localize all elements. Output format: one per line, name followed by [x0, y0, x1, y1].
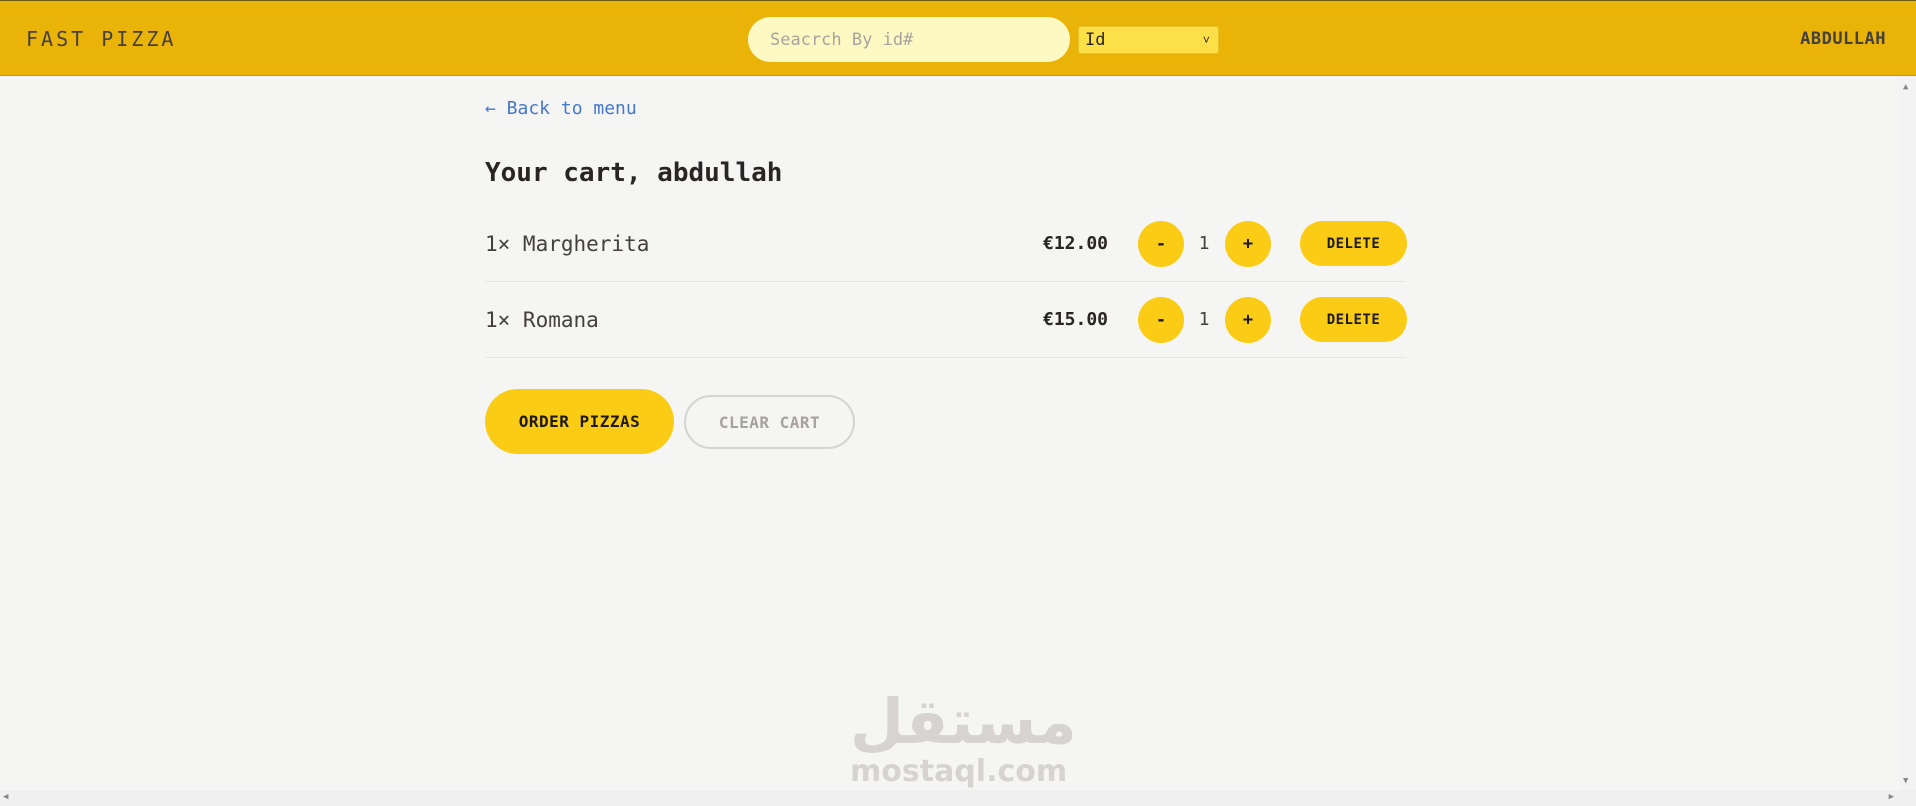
- page-title: Your cart, abdullah: [485, 158, 783, 188]
- increase-quantity-button[interactable]: +: [1225, 220, 1271, 267]
- decrease-quantity-button[interactable]: -: [1138, 296, 1184, 343]
- vertical-scrollbar[interactable]: ▲ ▼: [1899, 76, 1916, 790]
- watermark-logo: مستقل mostaql.com: [850, 685, 1077, 789]
- clear-cart-button[interactable]: CLEAR CART: [684, 395, 855, 449]
- scroll-right-icon[interactable]: ▶: [1889, 792, 1894, 802]
- cart-item-quantity: 1: [1198, 309, 1210, 330]
- cart-item-price: €12.00: [1043, 233, 1109, 254]
- scroll-down-icon[interactable]: ▼: [1903, 776, 1908, 786]
- cart-item-quantity: 1: [1198, 233, 1210, 254]
- watermark-latin: mostaql.com: [850, 754, 1068, 789]
- cart-item-price: €15.00: [1043, 309, 1109, 330]
- back-to-menu-link[interactable]: ← Back to menu: [485, 98, 637, 119]
- decrease-quantity-button[interactable]: -: [1138, 220, 1184, 267]
- increase-quantity-button[interactable]: +: [1225, 296, 1271, 343]
- header-bar: FAST PIZZA Id ˅ ABDULLAH: [0, 0, 1916, 76]
- cart-item: 1× Romana €15.00 - 1 + DELETE: [485, 282, 1407, 358]
- search-type-select[interactable]: Id ˅: [1078, 26, 1219, 54]
- order-pizzas-button[interactable]: ORDER PIZZAS: [485, 389, 674, 454]
- search-input[interactable]: [748, 17, 1070, 62]
- app-logo[interactable]: FAST PIZZA: [26, 27, 176, 51]
- chevron-down-icon: ˅: [1202, 32, 1210, 47]
- watermark-arabic: مستقل: [850, 685, 1077, 758]
- cart-item-name: 1× Romana: [485, 307, 599, 332]
- delete-item-button[interactable]: DELETE: [1300, 221, 1407, 266]
- cart-item: 1× Margherita €12.00 - 1 + DELETE: [485, 206, 1407, 282]
- cart-item-name: 1× Margherita: [485, 231, 650, 256]
- username: ABDULLAH: [1800, 29, 1886, 49]
- scroll-left-icon[interactable]: ◀: [3, 792, 8, 802]
- search-type-value: Id: [1085, 30, 1106, 50]
- horizontal-scrollbar[interactable]: ◀ ▶: [0, 790, 1916, 806]
- cart-list: 1× Margherita €12.00 - 1 + DELETE 1× Rom…: [485, 206, 1407, 358]
- scroll-up-icon[interactable]: ▲: [1903, 82, 1908, 92]
- delete-item-button[interactable]: DELETE: [1300, 297, 1407, 342]
